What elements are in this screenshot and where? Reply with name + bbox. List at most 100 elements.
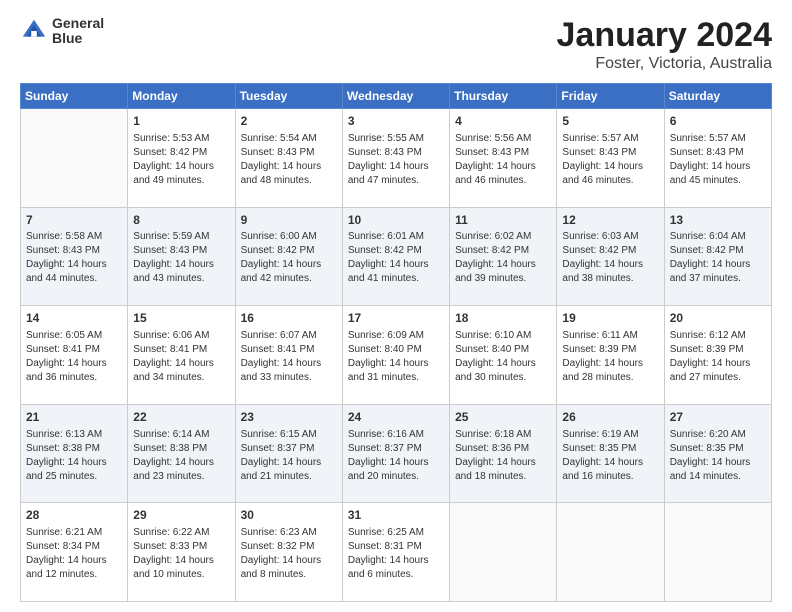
day-info-line: Sunrise: 5:57 AM [670, 132, 766, 146]
day-info-line: Sunset: 8:43 PM [455, 146, 551, 160]
day-info-line: Daylight: 14 hours [562, 160, 658, 174]
day-info-line: Sunset: 8:40 PM [455, 343, 551, 357]
day-info-line: Sunrise: 6:21 AM [26, 526, 122, 540]
day-info-line: Sunset: 8:43 PM [562, 146, 658, 160]
day-info-line: Sunrise: 6:13 AM [26, 428, 122, 442]
day-info-line: Sunrise: 6:18 AM [455, 428, 551, 442]
day-info-line: and 38 minutes. [562, 272, 658, 286]
day-info-line: Daylight: 14 hours [562, 258, 658, 272]
calendar-cell: 16Sunrise: 6:07 AMSunset: 8:41 PMDayligh… [235, 306, 342, 405]
day-info-line: Sunrise: 6:19 AM [562, 428, 658, 442]
day-info-line: Sunset: 8:42 PM [348, 244, 444, 258]
day-info-line: and 10 minutes. [133, 568, 229, 582]
day-info-line: and 34 minutes. [133, 371, 229, 385]
day-info-line: Sunrise: 6:00 AM [241, 230, 337, 244]
day-info-line: Sunset: 8:43 PM [26, 244, 122, 258]
header: General Blue January 2024 Foster, Victor… [20, 16, 772, 73]
day-info-line: and 18 minutes. [455, 470, 551, 484]
day-info-line: Daylight: 14 hours [348, 357, 444, 371]
day-info-line: and 16 minutes. [562, 470, 658, 484]
calendar-cell: 5Sunrise: 5:57 AMSunset: 8:43 PMDaylight… [557, 109, 664, 208]
day-info-line: Daylight: 14 hours [455, 357, 551, 371]
day-info-line: Sunset: 8:37 PM [348, 442, 444, 456]
calendar-cell: 8Sunrise: 5:59 AMSunset: 8:43 PMDaylight… [128, 207, 235, 306]
day-info-line: Daylight: 14 hours [348, 456, 444, 470]
day-info-line: Daylight: 14 hours [670, 456, 766, 470]
calendar-cell: 31Sunrise: 6:25 AMSunset: 8:31 PMDayligh… [342, 503, 449, 602]
day-info-line: Daylight: 14 hours [241, 160, 337, 174]
logo-line1: General [52, 16, 104, 31]
day-info-line: Sunset: 8:42 PM [133, 146, 229, 160]
day-info-line: and 46 minutes. [455, 174, 551, 188]
calendar-cell: 6Sunrise: 5:57 AMSunset: 8:43 PMDaylight… [664, 109, 771, 208]
day-info-line: Sunset: 8:37 PM [241, 442, 337, 456]
day-info-line: Daylight: 14 hours [26, 357, 122, 371]
day-info-line: Sunrise: 6:05 AM [26, 329, 122, 343]
day-info-line: Sunrise: 6:23 AM [241, 526, 337, 540]
day-info-line: Sunset: 8:38 PM [26, 442, 122, 456]
calendar-header-wednesday: Wednesday [342, 84, 449, 109]
calendar-cell: 26Sunrise: 6:19 AMSunset: 8:35 PMDayligh… [557, 404, 664, 503]
calendar-cell: 13Sunrise: 6:04 AMSunset: 8:42 PMDayligh… [664, 207, 771, 306]
day-number: 23 [241, 409, 337, 426]
day-info-line: Sunset: 8:38 PM [133, 442, 229, 456]
day-info-line: Daylight: 14 hours [455, 258, 551, 272]
calendar-cell: 4Sunrise: 5:56 AMSunset: 8:43 PMDaylight… [450, 109, 557, 208]
day-info-line: Sunrise: 5:56 AM [455, 132, 551, 146]
day-info-line: and 6 minutes. [348, 568, 444, 582]
day-info-line: Daylight: 14 hours [241, 456, 337, 470]
calendar-cell [557, 503, 664, 602]
day-info-line: and 8 minutes. [241, 568, 337, 582]
day-info-line: Sunset: 8:42 PM [241, 244, 337, 258]
calendar-header-monday: Monday [128, 84, 235, 109]
day-info-line: and 21 minutes. [241, 470, 337, 484]
day-number: 28 [26, 507, 122, 524]
day-info-line: and 42 minutes. [241, 272, 337, 286]
calendar-table: SundayMondayTuesdayWednesdayThursdayFrid… [20, 83, 772, 602]
day-number: 27 [670, 409, 766, 426]
day-info-line: Sunrise: 6:11 AM [562, 329, 658, 343]
day-info-line: Daylight: 14 hours [562, 357, 658, 371]
title-block: January 2024 Foster, Victoria, Australia [557, 16, 773, 73]
day-info-line: and 46 minutes. [562, 174, 658, 188]
day-number: 22 [133, 409, 229, 426]
day-info-line: Daylight: 14 hours [348, 554, 444, 568]
day-info-line: Sunset: 8:31 PM [348, 540, 444, 554]
day-number: 10 [348, 212, 444, 229]
day-info-line: Sunset: 8:40 PM [348, 343, 444, 357]
day-info-line: and 45 minutes. [670, 174, 766, 188]
day-info-line: Sunset: 8:43 PM [241, 146, 337, 160]
day-info-line: Daylight: 14 hours [241, 258, 337, 272]
day-info-line: Daylight: 14 hours [133, 258, 229, 272]
day-info-line: Sunset: 8:39 PM [562, 343, 658, 357]
calendar-cell: 29Sunrise: 6:22 AMSunset: 8:33 PMDayligh… [128, 503, 235, 602]
calendar-cell: 10Sunrise: 6:01 AMSunset: 8:42 PMDayligh… [342, 207, 449, 306]
day-info-line: Sunset: 8:43 PM [670, 146, 766, 160]
day-number: 9 [241, 212, 337, 229]
day-number: 24 [348, 409, 444, 426]
day-info-line: Sunset: 8:34 PM [26, 540, 122, 554]
day-info-line: Sunrise: 6:04 AM [670, 230, 766, 244]
day-number: 26 [562, 409, 658, 426]
day-info-line: and 33 minutes. [241, 371, 337, 385]
calendar-header-saturday: Saturday [664, 84, 771, 109]
day-number: 31 [348, 507, 444, 524]
day-info-line: Sunrise: 6:02 AM [455, 230, 551, 244]
main-title: January 2024 [557, 16, 773, 55]
day-info-line: Sunrise: 5:59 AM [133, 230, 229, 244]
logo-line2: Blue [52, 31, 104, 46]
day-info-line: Daylight: 14 hours [670, 160, 766, 174]
day-info-line: Daylight: 14 hours [562, 456, 658, 470]
day-info-line: and 23 minutes. [133, 470, 229, 484]
calendar-cell: 20Sunrise: 6:12 AMSunset: 8:39 PMDayligh… [664, 306, 771, 405]
day-info-line: Sunset: 8:43 PM [133, 244, 229, 258]
calendar-cell: 11Sunrise: 6:02 AMSunset: 8:42 PMDayligh… [450, 207, 557, 306]
day-info-line: and 25 minutes. [26, 470, 122, 484]
day-number: 7 [26, 212, 122, 229]
calendar-cell: 1Sunrise: 5:53 AMSunset: 8:42 PMDaylight… [128, 109, 235, 208]
day-number: 30 [241, 507, 337, 524]
calendar-cell [21, 109, 128, 208]
day-info-line: and 12 minutes. [26, 568, 122, 582]
day-info-line: Sunset: 8:41 PM [26, 343, 122, 357]
calendar-header-sunday: Sunday [21, 84, 128, 109]
